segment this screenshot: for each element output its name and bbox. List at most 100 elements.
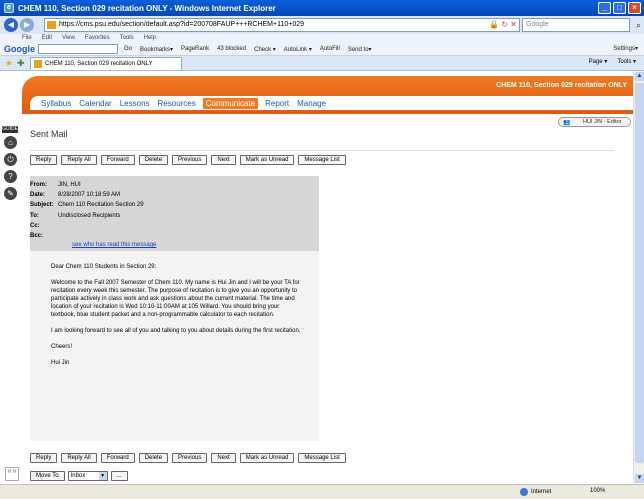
tab-row: ★ ✚ CHEM 110, Section 029 recitation ONL… — [0, 56, 644, 71]
message-header: From: JIN, HUI Date: 8/28/2007 10:18:59 … — [30, 176, 319, 251]
browser-tab[interactable]: CHEM 110, Section 029 recitation ONLY — [30, 57, 182, 70]
menu-help[interactable]: Help — [144, 34, 156, 43]
nav-report[interactable]: Report — [264, 98, 290, 109]
mark-unread-button[interactable]: Mark as Unread — [239, 453, 295, 463]
bottom-button-row: Reply Reply All Forward Delete Previous … — [30, 453, 346, 464]
subject-label: Subject: — [30, 202, 54, 208]
date-row: Date: 8/28/2007 10:18:59 AM — [30, 190, 319, 200]
power-icon[interactable]: ⏻ — [4, 153, 17, 166]
browser-search-input[interactable]: Google ⌕ — [522, 18, 641, 32]
editor-badge[interactable]: 👥 HUI JIN - Editor — [558, 117, 631, 127]
scroll-thumb[interactable] — [635, 83, 644, 463]
nav-syllabus[interactable]: Syllabus — [40, 98, 72, 109]
reply-all-button[interactable]: Reply All — [61, 155, 97, 165]
message-list-button[interactable]: Message List — [298, 453, 346, 463]
reply-button[interactable]: Reply — [30, 453, 58, 463]
toolbar-check[interactable]: Check ▾ — [254, 46, 276, 53]
favorites-star-icon[interactable]: ★ — [5, 58, 13, 69]
menu-bar: File Edit View Favorites Tools Help — [0, 34, 644, 43]
maximize-button[interactable]: □ — [613, 2, 626, 14]
previous-button[interactable]: Previous — [172, 155, 208, 165]
forward-button[interactable]: Forward — [100, 155, 135, 165]
page-menu[interactable]: Page ▾ — [589, 58, 608, 65]
globe-icon — [520, 488, 528, 496]
toolbar-bookmarks[interactable]: Bookmarks▾ — [140, 46, 173, 53]
date-value: 8/28/2007 10:18:59 AM — [58, 192, 121, 198]
nav-lessons[interactable]: Lessons — [119, 98, 151, 109]
next-button[interactable]: Next — [211, 155, 236, 165]
delete-button[interactable]: Delete — [138, 155, 169, 165]
toolbar-autofill[interactable]: AutoFill — [320, 46, 340, 52]
to-row: To: Undisclosed Recipients — [30, 211, 319, 221]
body-paragraph: Hui Jin — [51, 360, 70, 366]
mark-unread-button[interactable]: Mark as Unread — [239, 155, 295, 165]
lms-nav: Syllabus Calendar Lessons Resources Comm… — [30, 96, 633, 110]
toolbar-settings[interactable]: Settings▾ — [613, 45, 638, 52]
window-title: CHEM 110, Section 029 recitation ONLY - … — [18, 3, 276, 13]
tools-icon[interactable]: ✎ — [4, 187, 17, 200]
body-paragraph: Dear Chem 110 Students in Section 29: — [51, 264, 157, 270]
to-value: Undisclosed Recipients — [58, 213, 121, 219]
delete-button[interactable]: Delete — [138, 453, 169, 463]
body-paragraph: Welcome to the Fall 2007 Semester of Che… — [51, 280, 300, 318]
search-placeholder: Google — [526, 21, 549, 28]
ellipsis-button[interactable]: ... — [110, 471, 128, 481]
menu-view[interactable]: View — [62, 34, 75, 43]
address-bar[interactable]: https://cms.psu.edu/section/default.asp?… — [44, 18, 520, 32]
scroll-down-icon[interactable]: ▼ — [635, 474, 644, 483]
page-viewport: CHEM 110, Section 029 recitation ONLY Sy… — [0, 71, 633, 484]
subject-row: Subject: Chem 110 Recitation Section 29 — [30, 200, 319, 210]
chevron-down-icon: ▼ — [98, 472, 107, 480]
back-button[interactable]: ◀ — [4, 18, 18, 32]
menu-file[interactable]: File — [22, 34, 32, 43]
title-divider — [30, 150, 615, 151]
subject-value: Chem 110 Recitation Section 29 — [58, 202, 144, 208]
see-who-read-link[interactable]: see who has read this message — [72, 242, 156, 248]
forward-button[interactable]: Forward — [100, 453, 135, 463]
previous-button[interactable]: Previous — [172, 453, 208, 463]
guide-label: GUIDE — [2, 126, 18, 133]
menu-edit[interactable]: Edit — [42, 34, 52, 43]
side-widget[interactable]: ▤ ▤ — [5, 467, 19, 481]
page-title: Sent Mail — [30, 129, 68, 139]
google-search-input[interactable] — [38, 44, 118, 54]
close-window-button[interactable]: × — [628, 2, 641, 14]
folder-selected: Inbox — [70, 473, 86, 479]
message-list-button[interactable]: Message List — [298, 155, 346, 165]
toolbar-sendto[interactable]: Send to▾ — [348, 46, 372, 53]
tools-menu[interactable]: Tools ▾ — [617, 58, 636, 65]
status-bar: Internet 100% — [0, 484, 644, 499]
menu-favorites[interactable]: Favorites — [85, 34, 110, 43]
bcc-label: Bcc: — [30, 233, 44, 239]
move-to-bar: Move To Inbox ▼ ... — [30, 471, 128, 481]
reply-button[interactable]: Reply — [30, 155, 58, 165]
home-icon[interactable]: ⌂ — [4, 136, 17, 149]
search-icon[interactable]: ⌕ — [636, 19, 641, 31]
scroll-up-icon[interactable]: ▲ — [635, 72, 644, 81]
nav-communicate[interactable]: Communicate — [202, 97, 259, 109]
minimize-button[interactable]: _ — [598, 2, 611, 14]
google-go-button[interactable]: Go — [124, 46, 132, 52]
move-to-button[interactable]: Move To — [30, 471, 65, 481]
zoom-level[interactable]: 100% — [590, 488, 605, 494]
toolbar-pagerank[interactable]: PageRank — [181, 46, 209, 52]
vertical-scrollbar[interactable]: ▲ ▼ — [633, 71, 644, 484]
nav-resources[interactable]: Resources — [157, 98, 197, 109]
body-paragraph: Cheers! — [51, 344, 73, 350]
address-url: https://cms.psu.edu/section/default.asp?… — [59, 21, 305, 28]
folder-select[interactable]: Inbox ▼ — [67, 471, 108, 481]
forward-nav-button[interactable]: ▶ — [20, 18, 34, 32]
nav-calendar[interactable]: Calendar — [78, 98, 112, 109]
next-button[interactable]: Next — [211, 453, 236, 463]
lock-icon[interactable]: 🔒 ↻ ✕ — [489, 19, 517, 31]
bcc-row: Bcc: — [30, 231, 319, 241]
menu-tools[interactable]: Tools — [120, 34, 134, 43]
security-zone: Internet — [520, 488, 551, 496]
nav-manage[interactable]: Manage — [296, 98, 327, 109]
help-icon[interactable]: ? — [4, 170, 17, 183]
toolbar-popup-blocked[interactable]: 43 blocked — [217, 46, 246, 52]
reply-all-button[interactable]: Reply All — [61, 453, 97, 463]
add-favorites-icon[interactable]: ✚ — [17, 58, 25, 69]
tab-favicon — [34, 60, 42, 68]
toolbar-autolink[interactable]: AutoLink ▾ — [284, 46, 312, 53]
